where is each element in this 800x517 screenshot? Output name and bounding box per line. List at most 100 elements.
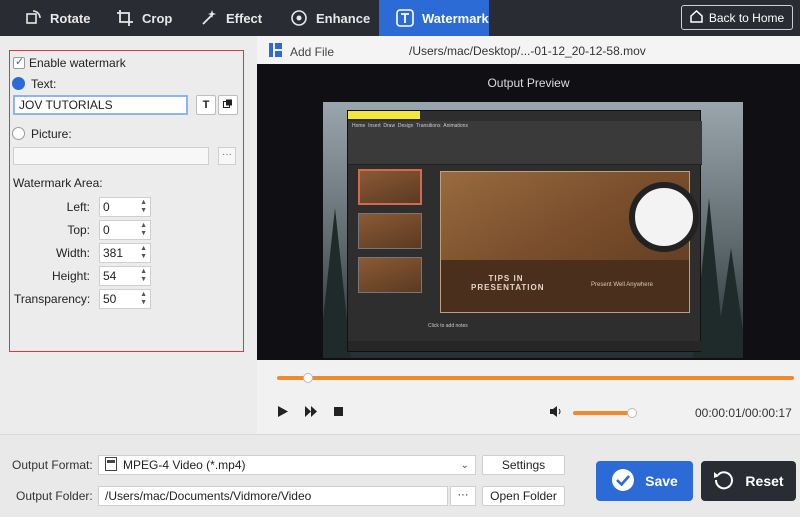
watermark-icon — [396, 9, 414, 27]
enable-watermark-checkbox[interactable] — [13, 55, 25, 69]
watermark-text-input[interactable]: JOV TUTORIALS — [13, 95, 188, 115]
volume-button[interactable] — [549, 405, 564, 421]
text-style-button[interactable] — [218, 95, 238, 115]
tab-label: Crop — [142, 10, 173, 26]
picture-path-input[interactable] — [13, 147, 209, 165]
text-radio[interactable] — [12, 77, 25, 90]
timeline-scrubber[interactable] — [277, 373, 794, 383]
effect-icon — [200, 9, 218, 27]
output-format-value: MPEG-4 Video (*.mp4) — [123, 458, 246, 472]
width-label: Width: — [55, 246, 90, 260]
output-format-select[interactable]: MPEG-4 Video (*.mp4) ⌄ — [98, 455, 476, 475]
timeline-handle[interactable] — [303, 373, 314, 383]
back-label: Back to Home — [708, 10, 785, 25]
transparency-value: 50 — [103, 292, 117, 306]
watermark-overlay — [348, 111, 420, 119]
save-label: Save — [645, 473, 678, 489]
chevron-down-icon: ⌄ — [460, 459, 469, 471]
volume-icon — [550, 406, 561, 417]
text-radio-label: Text: — [31, 77, 57, 91]
top-spinbox[interactable]: 0 ▲ ▼ — [99, 220, 151, 240]
text-font-button[interactable]: T — [196, 95, 216, 115]
tree-decoration — [715, 248, 743, 358]
transparency-spinbox[interactable]: 50 ▲ ▼ — [99, 289, 151, 309]
slide-thumbnail — [358, 213, 422, 249]
slide-title: TIPS IN PRESENTATION — [471, 274, 545, 292]
file-path: /Users/mac/Desktop/...-01-12_20-12-58.mo… — [409, 44, 646, 58]
stepper-arrows-icon[interactable]: ▲ ▼ — [140, 268, 147, 284]
stepper-arrows-icon[interactable]: ▲ ▼ — [140, 199, 147, 215]
enhance-icon — [290, 9, 308, 27]
reset-label: Reset — [745, 473, 784, 489]
tab-rotate[interactable]: Rotate — [24, 0, 90, 36]
folder-browse-button[interactable]: ··· — [450, 486, 476, 506]
volume-handle[interactable] — [626, 408, 637, 418]
output-format-label: Output Format: — [12, 458, 93, 472]
settings-button[interactable]: Settings — [482, 455, 565, 475]
height-value: 54 — [103, 269, 117, 283]
slide-thumbnail — [358, 257, 422, 293]
tab-watermark[interactable]: Watermark — [379, 0, 489, 36]
slide-thumbnail — [358, 169, 422, 205]
stepper-arrows-icon[interactable]: ▲ ▼ — [140, 222, 147, 238]
add-file-button[interactable]: Add File — [269, 43, 334, 60]
fast-forward-icon — [305, 406, 317, 417]
output-bar: Output Format: MPEG-4 Video (*.mp4) ⌄ Se… — [0, 434, 800, 517]
stop-button[interactable] — [333, 405, 344, 421]
stepper-arrows-icon[interactable]: ▲ ▼ — [140, 291, 147, 307]
fast-forward-button[interactable] — [305, 405, 318, 421]
save-button[interactable]: Save — [596, 461, 693, 501]
picture-radio-label: Picture: — [31, 127, 72, 141]
play-button[interactable] — [277, 405, 289, 421]
left-value: 0 — [103, 200, 110, 214]
width-spinbox[interactable]: 381 ▲ ▼ — [99, 243, 151, 263]
coffee-cup-graphic — [629, 182, 699, 252]
stepper-arrows-icon[interactable]: ▲ ▼ — [140, 245, 147, 261]
add-file-label: Add File — [290, 44, 335, 59]
width-value: 381 — [103, 246, 124, 260]
picture-browse-button[interactable]: ··· — [218, 147, 236, 165]
height-spinbox[interactable]: 54 ▲ ▼ — [99, 266, 151, 286]
copy-icon — [223, 99, 233, 112]
tab-effect[interactable]: Effect — [200, 0, 262, 36]
timecode: 00:00:01/00:00:17 — [695, 406, 792, 420]
preview-title: Output Preview — [487, 76, 570, 90]
stop-icon — [334, 407, 343, 416]
tab-label: Effect — [226, 10, 263, 26]
presentation-status-bar — [348, 341, 702, 351]
top-toolbar: Rotate Crop Effect Enhance Watermark Bac… — [0, 0, 800, 36]
current-slide: TIPS IN PRESENTATION Present Well Anywhe… — [440, 171, 699, 313]
top-value: 0 — [103, 223, 110, 237]
tab-label: Watermark — [422, 10, 489, 26]
add-file-icon — [269, 43, 282, 60]
height-label: Height: — [51, 269, 90, 283]
output-folder-input[interactable]: /Users/mac/Documents/Vidmore/Video — [98, 486, 448, 506]
check-circle-icon — [611, 468, 635, 495]
tab-enhance[interactable]: Enhance — [290, 0, 370, 36]
output-preview: Output Preview Home Insert Draw Design T… — [257, 64, 800, 360]
rotate-icon — [24, 9, 42, 27]
text-format-icon: T — [202, 99, 210, 111]
presentation-ribbon: Home Insert Draw Design Transitions Anim… — [348, 121, 702, 165]
preview-panel: Add File /Users/mac/Desktop/...-01-12_20… — [257, 36, 800, 434]
tab-crop[interactable]: Crop — [116, 0, 172, 36]
back-to-home-button[interactable]: Back to Home — [681, 5, 793, 30]
play-icon — [278, 406, 288, 417]
open-folder-button[interactable]: Open Folder — [482, 486, 565, 506]
enable-watermark-label: Enable watermark — [29, 56, 126, 70]
preview-frame: Home Insert Draw Design Transitions Anim… — [323, 102, 743, 358]
output-folder-label: Output Folder: — [16, 489, 93, 503]
transparency-label: Transparency: — [14, 292, 91, 306]
reset-button[interactable]: Reset — [701, 461, 796, 501]
presentation-window: Home Insert Draw Design Transitions Anim… — [347, 110, 702, 352]
picture-radio[interactable] — [12, 127, 25, 140]
tab-label: Enhance — [316, 10, 371, 26]
slide-subtitle: Present Well Anywhere — [591, 282, 653, 288]
crop-icon — [116, 9, 134, 27]
file-bar: Add File /Users/mac/Desktop/...-01-12_20… — [257, 36, 800, 64]
ribbon-tabs: Home Insert Draw Design Transitions Anim… — [352, 123, 468, 129]
home-icon — [690, 9, 703, 26]
left-spinbox[interactable]: 0 ▲ ▼ — [99, 197, 151, 217]
left-label: Left: — [66, 200, 90, 214]
volume-slider[interactable] — [573, 408, 637, 418]
